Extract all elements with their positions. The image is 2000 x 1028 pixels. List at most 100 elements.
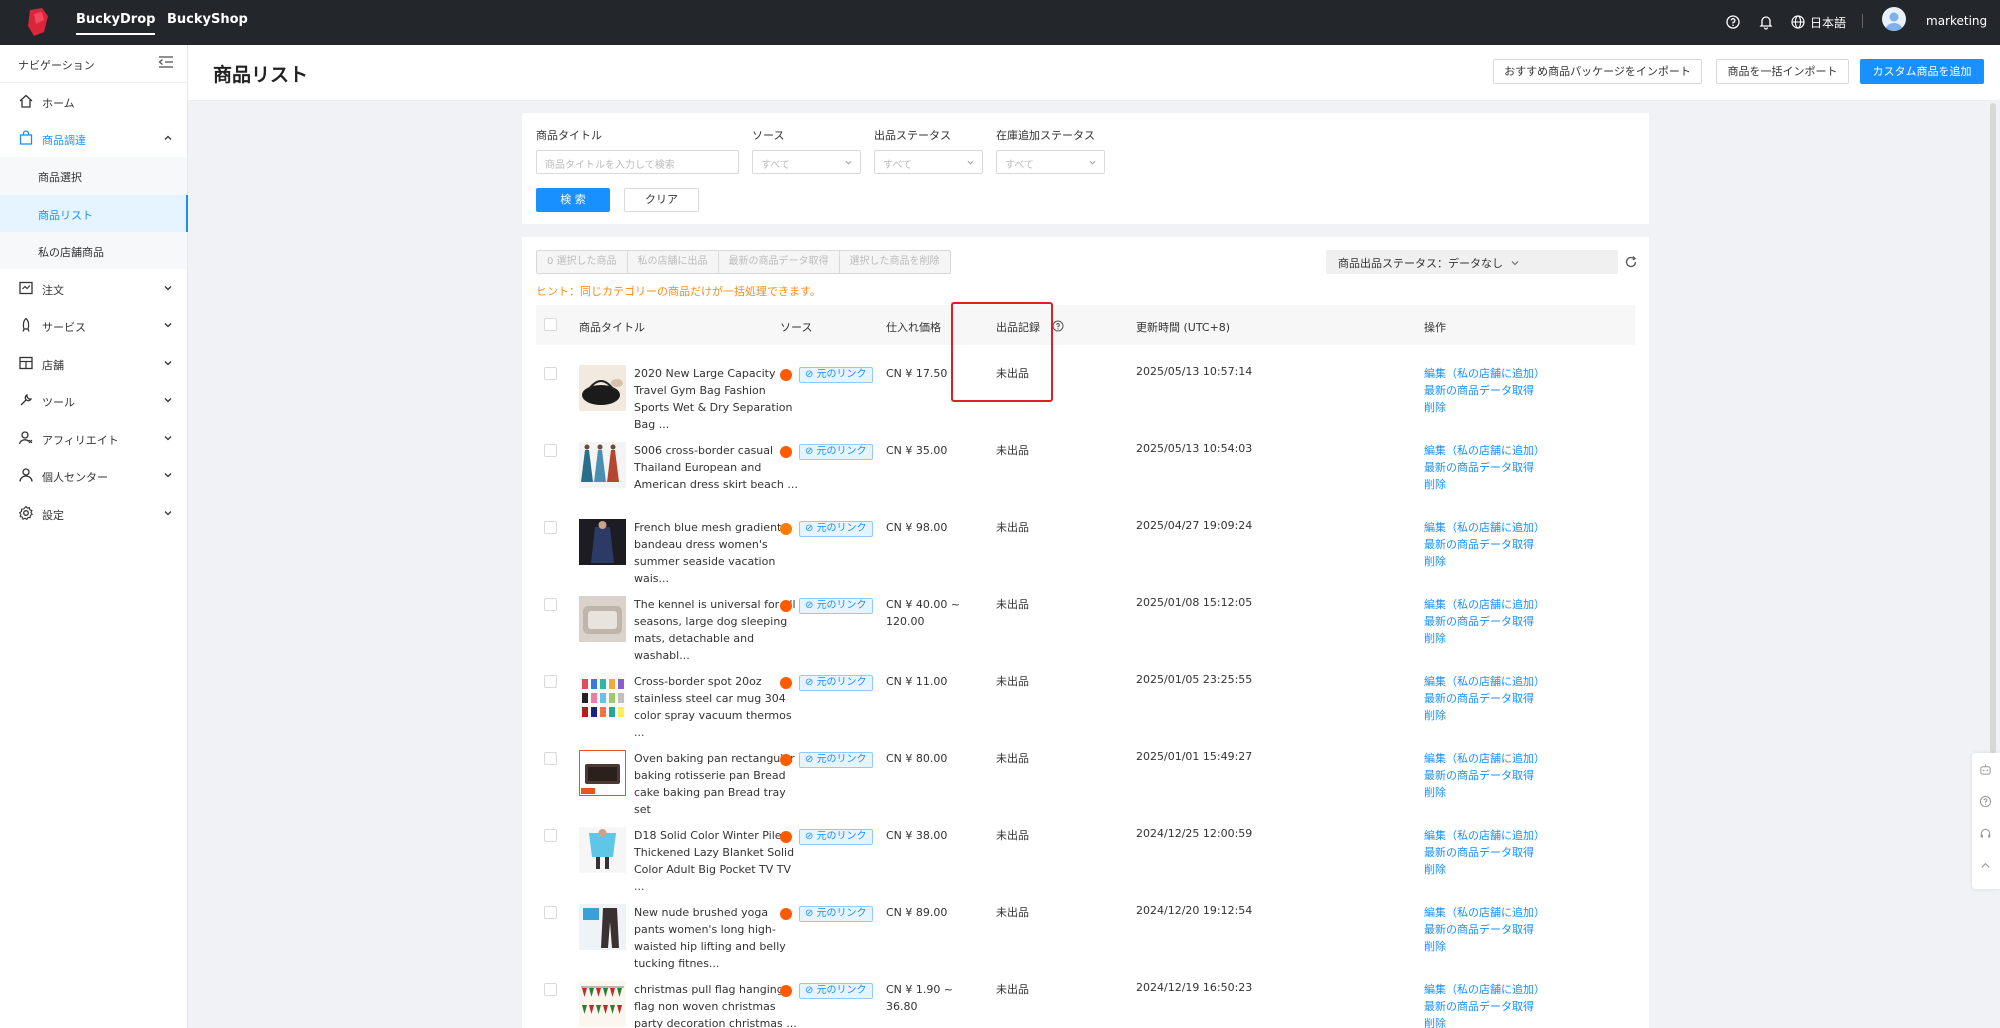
product-title[interactable]: S006 cross-border casual Thailand Europe…: [634, 442, 799, 493]
original-link[interactable]: ⊘ 元のリンク: [799, 367, 873, 383]
sidebar-subitem-product-list[interactable]: 商品リスト: [0, 195, 188, 232]
fetch-latest-link[interactable]: 最新の商品データ取得: [1424, 690, 1545, 707]
product-title[interactable]: French blue mesh gradient bandeau dress …: [634, 519, 799, 587]
edit-link[interactable]: 編集（私の店舗に追加）: [1424, 596, 1545, 613]
title-search-input[interactable]: 商品タイトルを入力して検索: [536, 150, 739, 174]
buckydrop-logo-icon[interactable]: [24, 6, 52, 38]
menu-collapse-icon[interactable]: [158, 55, 174, 69]
product-thumbnail[interactable]: [579, 827, 626, 873]
source-select[interactable]: すべて: [752, 150, 861, 174]
sidebar-item-services[interactable]: サービス: [0, 307, 188, 344]
edit-link[interactable]: 編集（私の店舗に追加）: [1424, 519, 1545, 536]
edit-link[interactable]: 編集（私の店舗に追加）: [1424, 365, 1545, 382]
refresh-icon[interactable]: [1624, 255, 1638, 269]
product-thumbnail[interactable]: [579, 750, 626, 796]
stock-status-select[interactable]: すべて: [996, 150, 1105, 174]
delete-link[interactable]: 削除: [1424, 476, 1545, 493]
row-checkbox[interactable]: [544, 906, 557, 919]
original-link[interactable]: ⊘ 元のリンク: [799, 752, 873, 768]
fetch-latest-link[interactable]: 最新の商品データ取得: [1424, 921, 1545, 938]
delete-link[interactable]: 削除: [1424, 861, 1545, 878]
robot-icon[interactable]: [1979, 763, 1992, 776]
username[interactable]: marketing: [1926, 14, 1987, 28]
language-selector[interactable]: 日本語: [1810, 14, 1846, 31]
sidebar-item-tools[interactable]: ツール: [0, 382, 188, 419]
search-button[interactable]: 検 索: [536, 188, 610, 212]
back-to-top-icon[interactable]: [1979, 859, 1992, 872]
edit-link[interactable]: 編集（私の店舗に追加）: [1424, 827, 1545, 844]
row-checkbox[interactable]: [544, 752, 557, 765]
delete-link[interactable]: 削除: [1424, 399, 1545, 416]
product-thumbnail[interactable]: [579, 365, 626, 411]
row-checkbox[interactable]: [544, 521, 557, 534]
product-title[interactable]: New nude brushed yoga pants women's long…: [634, 904, 799, 972]
delete-link[interactable]: 削除: [1424, 630, 1545, 647]
clear-button[interactable]: クリア: [624, 188, 699, 212]
sidebar-item-settings[interactable]: 設定: [0, 495, 188, 532]
product-thumbnail[interactable]: [579, 519, 626, 565]
original-link[interactable]: ⊘ 元のリンク: [799, 675, 873, 691]
help-icon[interactable]: [1979, 795, 1992, 808]
edit-link[interactable]: 編集（私の店舗に追加）: [1424, 442, 1545, 459]
listing-status-select[interactable]: すべて: [874, 150, 983, 174]
select-all-checkbox[interactable]: [544, 318, 557, 331]
sidebar-item-personal-center[interactable]: 個人センター: [0, 457, 188, 494]
avatar[interactable]: [1882, 7, 1906, 31]
scrollbar[interactable]: [1990, 103, 1996, 753]
fetch-latest-link[interactable]: 最新の商品データ取得: [1424, 844, 1545, 861]
product-thumbnail[interactable]: [579, 442, 626, 488]
row-checkbox[interactable]: [544, 444, 557, 457]
row-checkbox[interactable]: [544, 367, 557, 380]
product-thumbnail[interactable]: [579, 673, 626, 719]
bulk-import-button[interactable]: 商品を一括インポート: [1716, 59, 1849, 84]
fetch-latest-link[interactable]: 最新の商品データ取得: [1424, 536, 1545, 553]
delete-link[interactable]: 削除: [1424, 707, 1545, 724]
delete-link[interactable]: 削除: [1424, 784, 1545, 801]
publish-to-store-button[interactable]: 私の店舗に出品: [628, 251, 719, 273]
product-title[interactable]: D18 Solid Color Winter Pile Thickened La…: [634, 827, 799, 895]
globe-icon[interactable]: [1790, 14, 1806, 30]
edit-link[interactable]: 編集（私の店舗に追加）: [1424, 673, 1545, 690]
product-title[interactable]: Oven baking pan rectangular baking rotis…: [634, 750, 799, 818]
product-title[interactable]: christmas pull flag hanging flag non wov…: [634, 981, 799, 1028]
tab-buckydrop[interactable]: BuckyDrop: [76, 12, 156, 35]
headset-icon[interactable]: [1979, 827, 1992, 840]
fetch-latest-data-button[interactable]: 最新の商品データ取得: [719, 251, 840, 273]
delete-link[interactable]: 削除: [1424, 553, 1545, 570]
row-checkbox[interactable]: [544, 983, 557, 996]
fetch-latest-link[interactable]: 最新の商品データ取得: [1424, 998, 1545, 1015]
fetch-latest-link[interactable]: 最新の商品データ取得: [1424, 767, 1545, 784]
original-link[interactable]: ⊘ 元のリンク: [799, 521, 873, 537]
row-checkbox[interactable]: [544, 675, 557, 688]
help-icon[interactable]: [1052, 320, 1064, 332]
bell-icon[interactable]: [1758, 14, 1774, 30]
product-title[interactable]: Cross-border spot 20oz stainless steel c…: [634, 673, 799, 741]
product-thumbnail[interactable]: [579, 904, 626, 950]
sidebar-item-orders[interactable]: 注文: [0, 270, 188, 307]
original-link[interactable]: ⊘ 元のリンク: [799, 983, 873, 999]
original-link[interactable]: ⊘ 元のリンク: [799, 444, 873, 460]
edit-link[interactable]: 編集（私の店舗に追加）: [1424, 904, 1545, 921]
original-link[interactable]: ⊘ 元のリンク: [799, 829, 873, 845]
delete-selected-button[interactable]: 選択した商品を削除: [840, 251, 950, 273]
delete-link[interactable]: 削除: [1424, 1015, 1545, 1028]
product-title[interactable]: The kennel is universal for all seasons,…: [634, 596, 799, 664]
tab-buckyshop[interactable]: BuckyShop: [167, 12, 248, 27]
help-icon[interactable]: [1725, 14, 1741, 30]
delete-link[interactable]: 削除: [1424, 938, 1545, 955]
original-link[interactable]: ⊘ 元のリンク: [799, 906, 873, 922]
original-link[interactable]: ⊘ 元のリンク: [799, 598, 873, 614]
sidebar-item-sourcing[interactable]: 商品調達: [0, 120, 188, 157]
row-checkbox[interactable]: [544, 829, 557, 842]
sidebar-subitem-product-selection[interactable]: 商品選択: [0, 157, 188, 194]
add-custom-product-button[interactable]: カスタム商品を追加: [1860, 59, 1984, 84]
product-title[interactable]: 2020 New Large Capacity Travel Gym Bag F…: [634, 365, 799, 433]
sidebar-item-store[interactable]: 店舗: [0, 345, 188, 382]
fetch-latest-link[interactable]: 最新の商品データ取得: [1424, 613, 1545, 630]
edit-link[interactable]: 編集（私の店舗に追加）: [1424, 981, 1545, 998]
sidebar-item-home[interactable]: ホーム: [0, 83, 188, 120]
listing-status-filter[interactable]: 商品出品ステータス：データなし: [1326, 250, 1618, 274]
fetch-latest-link[interactable]: 最新の商品データ取得: [1424, 459, 1545, 476]
sidebar-item-affiliate[interactable]: アフィリエイト: [0, 420, 188, 457]
product-thumbnail[interactable]: [579, 981, 626, 1027]
